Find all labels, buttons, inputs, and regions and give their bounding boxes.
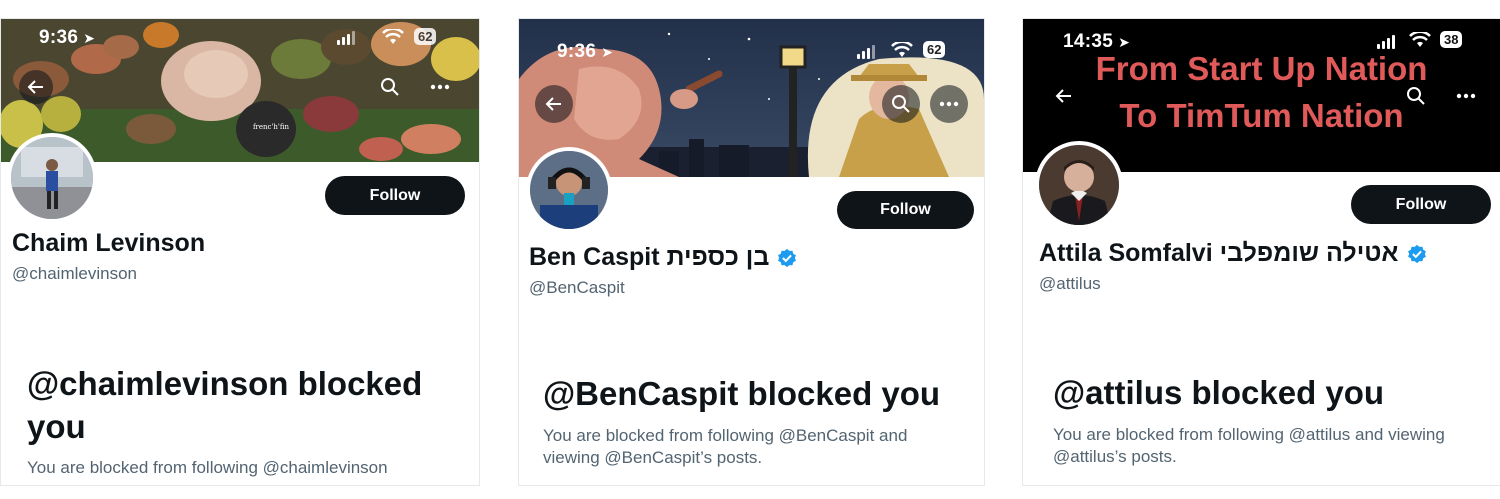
more-dots-icon [1456, 93, 1476, 99]
blocked-message: You are blocked from following @BenCaspi… [543, 426, 908, 467]
wifi-icon [891, 42, 913, 57]
search-button[interactable] [1399, 79, 1433, 113]
back-button[interactable] [19, 70, 53, 104]
more-dots-icon [430, 84, 450, 90]
avatar-image-runner [11, 137, 93, 219]
back-button[interactable] [1047, 79, 1081, 113]
battery-indicator: 62 [923, 41, 946, 58]
profile-name: Ben Caspit בן כספית [529, 243, 797, 272]
avatar-image-radio-host [530, 151, 608, 229]
blocked-title: @BenCaspit blocked you [543, 375, 941, 412]
profile-handle: @attilus [1039, 274, 1101, 293]
verified-badge-icon [1407, 244, 1426, 263]
status-bar: 9:36 ➤ 62 [1, 19, 479, 63]
signal-icon [1377, 35, 1395, 49]
status-bar: 9:36 ➤ 62 [519, 19, 984, 63]
profile-name: Attila Somfalvi אטילה שומפלבי [1039, 239, 1427, 268]
profile-handle: @chaimlevinson [12, 264, 137, 283]
back-button[interactable] [535, 85, 573, 123]
follow-button[interactable]: Follow [837, 191, 974, 229]
profile-handle: @BenCaspit [529, 278, 625, 297]
profile-panel-attilus: From Start Up Nation To TimTum Nation 14… [1022, 18, 1500, 486]
banner-label: frenc'h'fin [252, 123, 290, 131]
wifi-icon [382, 29, 404, 44]
search-icon [1407, 87, 1425, 105]
search-icon [381, 78, 399, 96]
location-arrow-icon: ➤ [601, 44, 614, 60]
back-arrow-icon [27, 80, 43, 94]
more-options-button[interactable] [1449, 79, 1483, 113]
avatar[interactable] [526, 147, 612, 233]
profile-panel-chaimlevinson: frenc'h'fin 9:36 ➤ 62 Follow Chaim Levins… [0, 18, 480, 486]
signal-icon [857, 45, 875, 59]
blocked-title: @chaimlevinson blocked you [27, 365, 423, 445]
status-time: 9:36 ➤ [39, 27, 96, 48]
more-options-button[interactable] [930, 85, 968, 123]
avatar[interactable] [1035, 141, 1123, 229]
more-options-button[interactable] [423, 70, 457, 104]
back-arrow-icon [545, 97, 561, 111]
follow-button[interactable]: Follow [1351, 185, 1491, 224]
location-arrow-icon: ➤ [83, 30, 96, 46]
follow-button[interactable]: Follow [325, 176, 465, 215]
blocked-title: @attilus blocked you [1053, 374, 1385, 411]
status-bar: 14:35 ➤ 38 [1023, 19, 1500, 63]
blocked-message: You are blocked from following @attilus … [1053, 425, 1445, 466]
status-time: 14:35 ➤ [1063, 31, 1131, 52]
more-dots-icon [939, 101, 959, 107]
search-button[interactable] [882, 85, 920, 123]
avatar-image-suit [1039, 145, 1119, 225]
verified-badge-icon [778, 248, 797, 267]
battery-indicator: 62 [414, 28, 437, 45]
search-icon [892, 95, 910, 113]
blocked-message: You are blocked from following @chaimlev… [27, 458, 388, 477]
profile-panel-bencaspit: 9:36 ➤ 62 Follow Ben Caspit בן כספית @Ben… [518, 18, 985, 486]
back-arrow-icon [1055, 89, 1071, 103]
signal-icon [337, 31, 355, 45]
profile-name: Chaim Levinson [12, 229, 206, 257]
search-button[interactable] [373, 70, 407, 104]
wifi-icon [1409, 32, 1431, 47]
location-arrow-icon: ➤ [1118, 34, 1131, 50]
status-time: 9:36 ➤ [557, 41, 614, 62]
avatar[interactable] [7, 133, 97, 223]
battery-indicator: 38 [1440, 31, 1463, 48]
